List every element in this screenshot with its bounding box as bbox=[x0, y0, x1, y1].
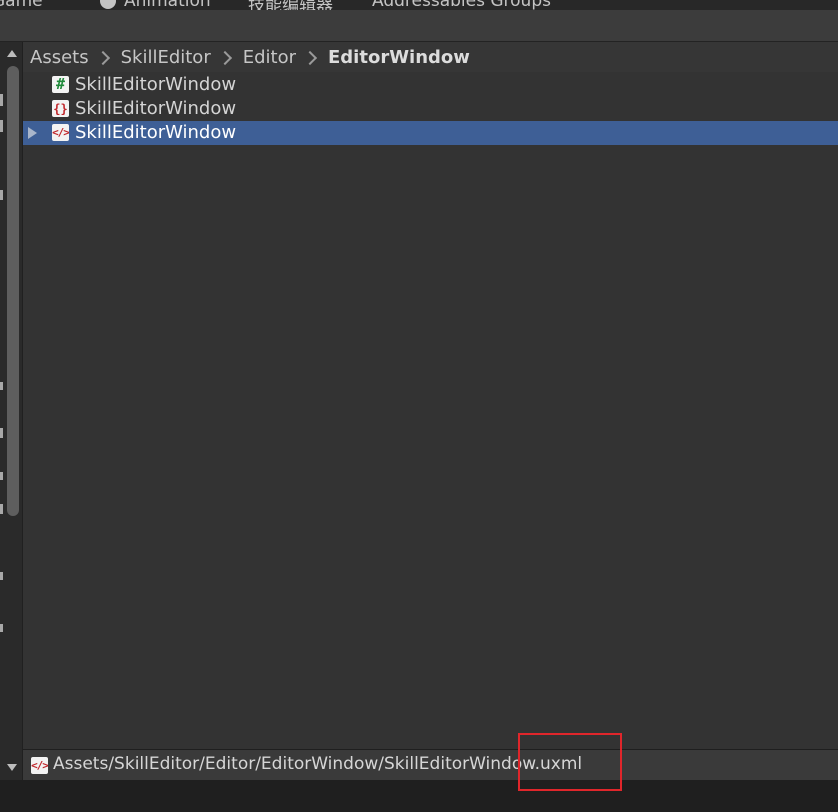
tab-game[interactable]: Game bbox=[0, 0, 43, 10]
list-item[interactable]: # SkillEditorWindow bbox=[23, 73, 838, 97]
uss-stylesheet-icon: {} bbox=[52, 100, 69, 117]
uxml-document-icon: </> bbox=[52, 124, 69, 141]
list-item-selected[interactable]: </> SkillEditorWindow bbox=[23, 121, 838, 145]
tab-animation[interactable]: Animation bbox=[100, 0, 211, 10]
window-footer bbox=[0, 780, 838, 812]
breadcrumb-item-assets[interactable]: Assets bbox=[30, 47, 89, 68]
scroll-down-arrow-icon[interactable] bbox=[7, 764, 17, 771]
breadcrumb: Assets SkillEditor Editor EditorWindow bbox=[23, 42, 838, 72]
tab-game-label: Game bbox=[0, 0, 43, 10]
chevron-right-icon bbox=[302, 50, 318, 66]
scroll-up-arrow-icon[interactable] bbox=[7, 50, 17, 57]
tab-addressables-label: Addressables Groups bbox=[372, 0, 551, 10]
animation-icon bbox=[100, 0, 116, 9]
breadcrumb-item-current[interactable]: EditorWindow bbox=[328, 47, 470, 68]
file-name: SkillEditorWindow bbox=[75, 98, 237, 119]
tab-skill-editor-label: 技能编辑器 bbox=[248, 0, 333, 10]
scrollbar-thumb[interactable] bbox=[7, 66, 19, 516]
list-item[interactable]: {} SkillEditorWindow bbox=[23, 97, 838, 121]
breadcrumb-item-skilleditor[interactable]: SkillEditor bbox=[121, 47, 211, 68]
chevron-right-icon bbox=[95, 50, 110, 66]
uxml-document-icon: </> bbox=[31, 757, 48, 774]
project-toolbar bbox=[0, 10, 838, 42]
editor-tab-strip: Game Animation 技能编辑器 Addressables Groups bbox=[0, 0, 838, 10]
selected-asset-path: Assets/SkillEditor/Editor/EditorWindow/S… bbox=[53, 754, 583, 774]
chevron-right-icon bbox=[217, 50, 232, 66]
asset-file-list: # SkillEditorWindow {} SkillEditorWindow… bbox=[23, 72, 838, 749]
tab-animation-label: Animation bbox=[124, 0, 211, 10]
file-name: SkillEditorWindow bbox=[75, 74, 237, 95]
selected-asset-path-bar: </> Assets/SkillEditor/Editor/EditorWind… bbox=[23, 749, 838, 780]
expand-arrow-icon[interactable] bbox=[28, 127, 37, 139]
cs-script-icon: # bbox=[52, 76, 69, 93]
project-window: Game Animation 技能编辑器 Addressables Groups bbox=[0, 0, 838, 812]
folder-tree-edge bbox=[0, 42, 4, 780]
tab-skill-editor[interactable]: 技能编辑器 bbox=[248, 0, 333, 10]
folder-tree-scrollbar[interactable] bbox=[0, 42, 23, 780]
file-name: SkillEditorWindow bbox=[75, 122, 237, 143]
tab-addressables-groups[interactable]: Addressables Groups bbox=[372, 0, 551, 10]
breadcrumb-item-editor[interactable]: Editor bbox=[243, 47, 296, 68]
